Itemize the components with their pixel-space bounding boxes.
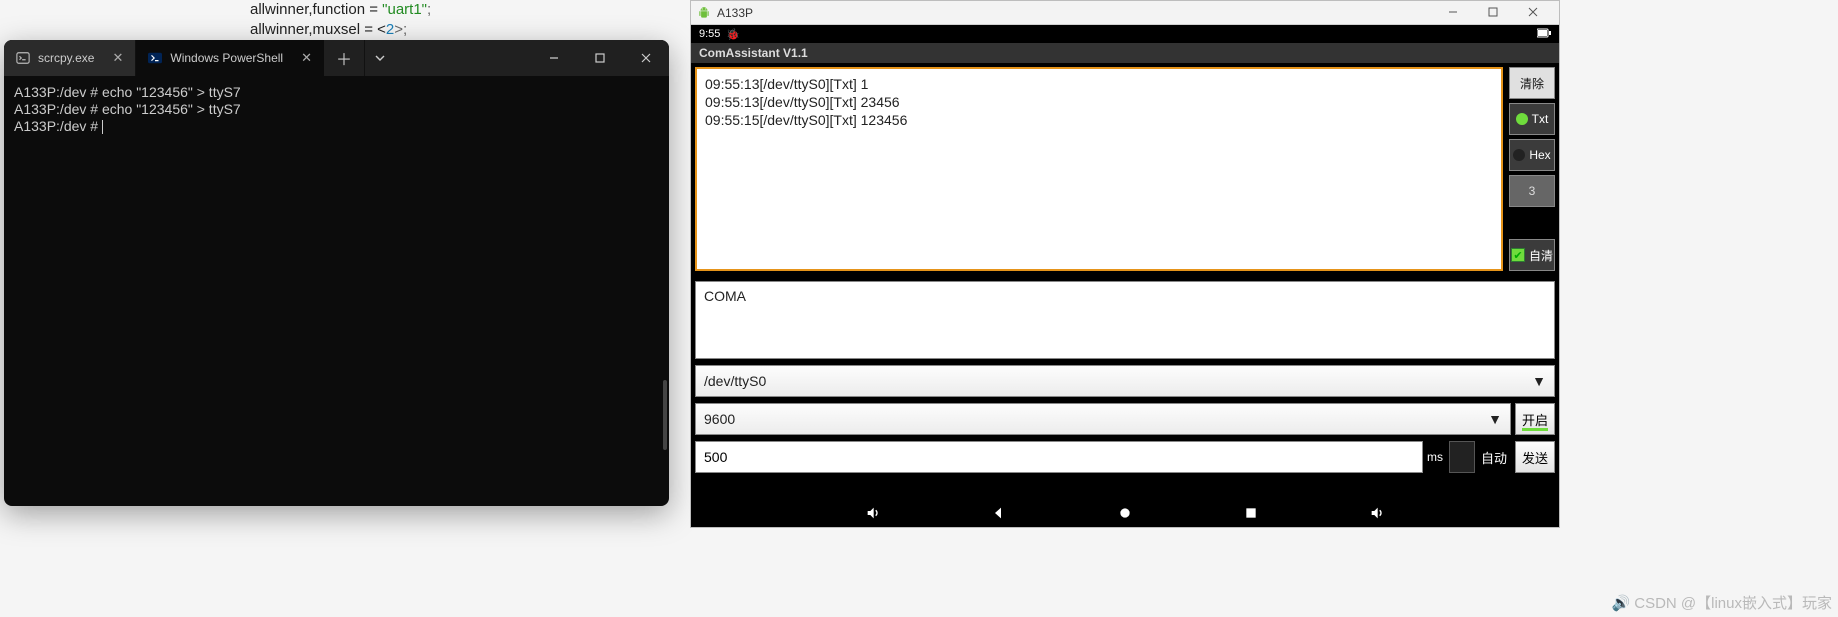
chevron-down-icon: ▼ — [1532, 373, 1546, 389]
log-line: 09:55:15[/dev/ttyS0][Txt] 123456 — [705, 111, 1493, 129]
radio-on-icon — [1516, 113, 1528, 125]
close-button[interactable] — [623, 40, 669, 76]
send-textarea[interactable]: COMA — [695, 281, 1555, 359]
scrcpy-titlebar[interactable]: A133P — [691, 1, 1559, 25]
powershell-icon — [148, 51, 162, 65]
volume-icon[interactable] — [1369, 505, 1385, 526]
watermark: 🔊CSDN @【linux嵌入式】玩家 — [1612, 592, 1832, 613]
hex-mode-button[interactable]: Hex — [1509, 139, 1555, 171]
bug-icon: 🐞 — [726, 28, 740, 41]
tab-scrcpy[interactable]: scrcpy.exe ✕ — [4, 40, 136, 76]
code-background: allwinner,function = "uart1"; allwinner,… — [250, 0, 431, 40]
terminal-line: A133P:/dev # — [14, 118, 659, 135]
clear-button[interactable]: 清除 — [1509, 67, 1555, 99]
status-time: 9:55 — [699, 28, 720, 40]
terminal-line: A133P:/dev # echo "123456" > ttyS7 — [14, 84, 659, 101]
home-button[interactable] — [1117, 505, 1133, 526]
count-badge: 3 — [1509, 175, 1555, 207]
terminal-titlebar[interactable]: scrcpy.exe ✕ Windows PowerShell ✕ ＋ — [4, 40, 669, 76]
port-select[interactable]: /dev/ttyS0 ▼ — [695, 365, 1555, 397]
auto-label: 自动 — [1477, 441, 1511, 473]
autoclear-toggle[interactable]: ✔自清 — [1509, 239, 1555, 271]
check-icon: ✔ — [1511, 248, 1525, 262]
interval-unit: ms — [1423, 441, 1447, 473]
txt-mode-button[interactable]: Txt — [1509, 103, 1555, 135]
log-line: 09:55:13[/dev/ttyS0][Txt] 23456 — [705, 93, 1493, 111]
terminal-window: scrcpy.exe ✕ Windows PowerShell ✕ ＋ A133… — [4, 40, 669, 506]
minimize-button[interactable] — [1433, 6, 1473, 20]
scrcpy-window: A133P 9:55 🐞 ComAssistant V1.1 09:55:13[… — [690, 0, 1560, 528]
baud-select[interactable]: 9600 ▼ — [695, 403, 1511, 435]
auto-checkbox[interactable] — [1449, 441, 1475, 473]
close-icon[interactable]: ✕ — [301, 50, 312, 66]
terminal-body[interactable]: A133P:/dev # echo "123456" > ttyS7 A133P… — [4, 76, 669, 506]
volume-icon[interactable] — [865, 505, 881, 526]
close-icon[interactable]: ✕ — [112, 50, 123, 66]
close-button[interactable] — [1513, 6, 1553, 20]
tab-label: scrcpy.exe — [38, 51, 94, 65]
log-line: 09:55:13[/dev/ttyS0][Txt] 1 — [705, 75, 1493, 93]
minimize-button[interactable] — [531, 40, 577, 76]
android-statusbar: 9:55 🐞 — [691, 25, 1559, 43]
app-title: ComAssistant V1.1 — [691, 43, 1559, 63]
cursor-icon — [102, 120, 103, 134]
window-title: A133P — [717, 6, 753, 20]
battery-icon — [1537, 28, 1551, 41]
chevron-down-icon: ▼ — [1488, 411, 1502, 427]
tab-powershell[interactable]: Windows PowerShell ✕ — [136, 40, 324, 76]
speaker-icon: 🔊 — [1612, 595, 1631, 612]
android-icon — [697, 6, 711, 20]
interval-input[interactable]: 500 — [695, 441, 1423, 473]
maximize-button[interactable] — [577, 40, 623, 76]
recents-button[interactable] — [1243, 505, 1259, 526]
terminal-icon — [16, 51, 30, 65]
send-button[interactable]: 发送 — [1515, 441, 1555, 473]
android-screen: 9:55 🐞 ComAssistant V1.1 09:55:13[/dev/t… — [691, 25, 1559, 527]
terminal-line: A133P:/dev # echo "123456" > ttyS7 — [14, 101, 659, 118]
scrollbar-thumb[interactable] — [663, 380, 667, 450]
log-textarea[interactable]: 09:55:13[/dev/ttyS0][Txt] 1 09:55:13[/de… — [695, 67, 1503, 271]
back-button[interactable] — [991, 505, 1007, 526]
tab-label: Windows PowerShell — [170, 51, 283, 65]
android-navbar — [691, 503, 1559, 527]
maximize-button[interactable] — [1473, 6, 1513, 20]
radio-off-icon — [1513, 149, 1525, 161]
new-tab-button[interactable]: ＋ — [324, 40, 365, 76]
tab-dropdown-button[interactable] — [365, 40, 395, 76]
open-button[interactable]: 开启 — [1515, 403, 1555, 435]
